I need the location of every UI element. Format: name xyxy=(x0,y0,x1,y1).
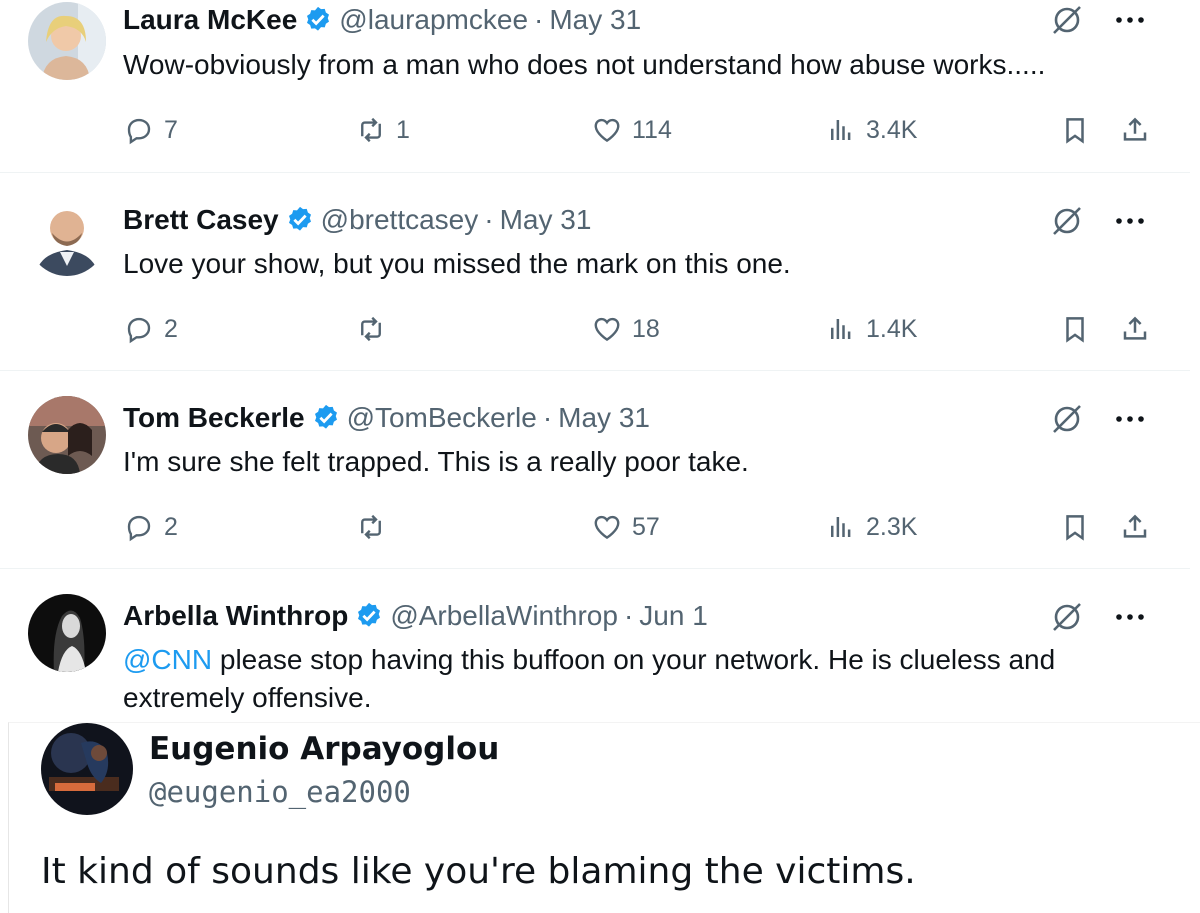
bookmark-button[interactable] xyxy=(1060,110,1090,150)
share-button[interactable] xyxy=(1120,309,1150,349)
avatar[interactable] xyxy=(28,594,106,672)
reply-tweet[interactable]: Laura McKee @laurapmckee · May 31 Wow-ob… xyxy=(0,0,1190,173)
views-button[interactable]: 2.3K xyxy=(826,507,917,547)
tweet-text: Wow-obviously from a man who does not un… xyxy=(123,49,1046,80)
mention-link[interactable]: @CNN xyxy=(123,644,212,675)
tweet-date[interactable]: Jun 1 xyxy=(639,600,708,632)
avatar[interactable] xyxy=(28,2,106,80)
more-icon[interactable] xyxy=(1114,414,1146,424)
views-icon xyxy=(831,319,851,339)
share-icon xyxy=(1123,514,1147,538)
views-count: 2.3K xyxy=(866,512,918,541)
author-name[interactable]: Arbella Winthrop xyxy=(123,600,348,632)
repost-icon xyxy=(361,316,381,342)
separator: · xyxy=(534,4,544,35)
author-handle[interactable]: @laurapmckee xyxy=(339,4,528,36)
avatar[interactable] xyxy=(41,723,133,815)
action-bar: 7 1 114 3.4K xyxy=(0,110,1190,150)
repost-button[interactable]: 1 xyxy=(356,110,410,150)
author-name[interactable]: Laura McKee xyxy=(123,4,297,36)
tweet-text: I'm sure she felt trapped. This is a rea… xyxy=(123,446,749,477)
author-handle[interactable]: @brettcasey xyxy=(321,204,479,236)
tweet-date[interactable]: May 31 xyxy=(549,4,641,36)
share-icon xyxy=(1123,316,1147,340)
separator: · xyxy=(623,600,634,631)
share-icon xyxy=(1123,117,1147,141)
like-icon xyxy=(594,317,620,342)
like-count: 57 xyxy=(632,512,660,541)
more-icon[interactable] xyxy=(1114,612,1146,622)
views-count: 1.4K xyxy=(866,314,918,343)
repost-icon xyxy=(361,117,381,143)
author-handle[interactable]: @ArbellaWinthrop xyxy=(390,600,618,632)
more-icon[interactable] xyxy=(1114,216,1146,226)
views-icon xyxy=(831,120,851,140)
views-count: 3.4K xyxy=(866,115,918,144)
separator: · xyxy=(484,204,494,235)
share-button[interactable] xyxy=(1120,110,1150,150)
tweet-text: Love your show, but you missed the mark … xyxy=(123,248,791,279)
author-handle[interactable]: @eugenio_ea2000 xyxy=(149,775,411,809)
verified-badge-icon xyxy=(307,6,330,31)
reply-count: 7 xyxy=(164,115,178,144)
share-button[interactable] xyxy=(1120,507,1150,547)
author-name[interactable]: Brett Casey xyxy=(123,204,279,236)
avatar[interactable] xyxy=(28,396,106,474)
reply-tweet[interactable]: Arbella Winthrop @ArbellaWinthrop · Jun … xyxy=(0,569,1190,719)
like-count: 18 xyxy=(632,314,660,343)
views-icon xyxy=(831,517,851,537)
reply-icon xyxy=(127,515,151,542)
bookmark-icon xyxy=(1066,515,1084,541)
verified-badge-icon xyxy=(358,602,381,627)
tweet-text: It kind of sounds like you're blaming th… xyxy=(41,851,916,892)
more-icon[interactable] xyxy=(1114,15,1146,25)
like-icon xyxy=(594,118,620,143)
action-bar: 2 18 1.4K xyxy=(0,309,1190,349)
verified-badge-icon xyxy=(288,206,311,231)
like-button[interactable]: 57 xyxy=(592,507,660,547)
verified-badge-icon xyxy=(314,404,337,429)
reply-tweet[interactable]: Tom Beckerle @TomBeckerle · May 31 I'm s… xyxy=(0,371,1190,569)
repost-count: 1 xyxy=(396,115,410,144)
repost-button[interactable] xyxy=(356,507,396,547)
grok-icon[interactable] xyxy=(1049,203,1085,239)
bookmark-button[interactable] xyxy=(1060,309,1090,349)
reply-tweet[interactable]: Brett Casey @brettcasey · May 31 Love yo… xyxy=(0,173,1190,371)
grok-icon[interactable] xyxy=(1049,2,1085,38)
tweet-date[interactable]: May 31 xyxy=(500,204,592,236)
reply-button[interactable]: 7 xyxy=(124,110,178,150)
reply-button[interactable]: 2 xyxy=(124,309,178,349)
repost-button[interactable] xyxy=(356,309,396,349)
repost-icon xyxy=(361,514,381,540)
author-handle[interactable]: @TomBeckerle xyxy=(347,402,537,434)
quoted-tweet[interactable]: Eugenio Arpayoglou @eugenio_ea2000 It ki… xyxy=(8,722,1200,913)
bookmark-button[interactable] xyxy=(1060,507,1090,547)
like-button[interactable]: 18 xyxy=(592,309,660,349)
bookmark-icon xyxy=(1066,317,1084,343)
like-icon xyxy=(594,515,620,540)
reply-icon xyxy=(127,317,151,344)
reply-count: 2 xyxy=(164,512,178,541)
tweet-text: @CNN please stop having this buffoon on … xyxy=(123,644,1056,713)
like-count: 114 xyxy=(632,115,672,144)
author-name[interactable]: Tom Beckerle xyxy=(123,402,305,434)
reply-icon xyxy=(127,118,151,145)
bookmark-icon xyxy=(1066,118,1084,144)
like-button[interactable]: 114 xyxy=(592,110,672,150)
tweet-date[interactable]: May 31 xyxy=(558,402,650,434)
action-bar: 2 57 2.3K xyxy=(0,507,1190,547)
separator: · xyxy=(542,402,553,433)
reply-count: 2 xyxy=(164,314,178,343)
reply-button[interactable]: 2 xyxy=(124,507,178,547)
views-button[interactable]: 1.4K xyxy=(826,309,917,349)
avatar[interactable] xyxy=(28,198,106,276)
grok-icon[interactable] xyxy=(1049,401,1085,437)
grok-icon[interactable] xyxy=(1049,599,1085,635)
author-name[interactable]: Eugenio Arpayoglou xyxy=(149,731,499,767)
views-button[interactable]: 3.4K xyxy=(826,110,917,150)
